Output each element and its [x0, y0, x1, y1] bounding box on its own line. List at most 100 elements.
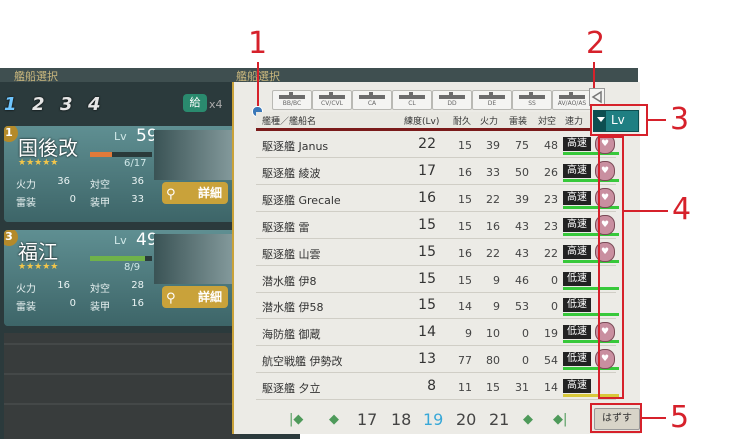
stat-hp: 15 — [458, 219, 472, 233]
annotation-4-leader — [624, 210, 668, 212]
next-page-button[interactable]: ◆ — [523, 412, 533, 427]
stat-aa: 0 — [551, 273, 558, 287]
speed-badge: 高速 — [563, 190, 591, 205]
page-18[interactable]: 18 — [391, 410, 411, 429]
stat-aa: 19 — [544, 327, 558, 341]
magnifier-icon: ⚲ — [166, 187, 176, 202]
speed-badge: 低速 — [563, 271, 591, 286]
filter-label: CA — [367, 100, 377, 107]
stat-hp: 77 — [458, 354, 472, 368]
hp-bar — [90, 256, 152, 261]
armor-value: 16 — [131, 298, 144, 309]
ship-name: 潜水艦 伊58 — [262, 301, 324, 315]
ship-mast-icon — [289, 92, 293, 96]
rarity-stars: ★★★★★ — [18, 158, 59, 168]
stat-aa: 22 — [544, 246, 558, 260]
annotation-5-box — [590, 403, 642, 433]
filter-av-ao-as[interactable]: AV/AO/AS — [552, 90, 592, 110]
speed-badge: 高速 — [563, 217, 591, 232]
aa-label: 対空 — [90, 284, 110, 295]
ship-level: 22 — [418, 136, 436, 152]
ship-row[interactable]: 駆逐艦 山雲 15 16 22 43 22 高速 ♥ — [256, 239, 619, 266]
page-21[interactable]: 21 — [489, 410, 509, 429]
firepower-label: 火力 — [16, 284, 36, 295]
detail-button[interactable]: ⚲ 詳細 — [162, 286, 228, 308]
fleet-ship-card-3[interactable]: 3 福江 Lv 49 ★★★★★ 8/9 火力 16 対空 28 雷装 0 装甲… — [4, 230, 240, 326]
supply-icon[interactable]: 給 — [183, 94, 207, 112]
page-20[interactable]: 20 — [456, 410, 476, 429]
filter-label: BB/BC — [282, 100, 302, 107]
ship-name: 駆逐艦 Janus — [262, 140, 329, 153]
stat-fp: 22 — [486, 246, 500, 260]
aa-value: 28 — [131, 280, 144, 291]
filter-dd[interactable]: DD — [432, 90, 472, 110]
ship-row[interactable]: 駆逐艦 綾波 17 16 33 50 26 高速 ♥ — [256, 158, 619, 185]
detail-button-label: 詳細 — [197, 186, 222, 200]
speed-badge: 高速 — [563, 137, 591, 151]
ship-level: 8 — [427, 378, 436, 395]
ship-level: 14 — [418, 324, 436, 341]
ship-row[interactable]: 駆逐艦 Janus 22 15 39 75 48 高速 ♥ — [256, 131, 619, 158]
ship-row[interactable]: 潜水艦 伊58 15 14 9 53 0 低速 — [256, 292, 619, 320]
fleet-tab-1[interactable]: 1 — [4, 94, 26, 116]
filter-bb-bc[interactable]: BB/BC — [272, 90, 312, 110]
ship-name: 航空戦艦 伊勢改 — [262, 355, 343, 369]
ship-name: 駆逐艦 Grecale — [262, 193, 341, 207]
stat-tp: 43 — [515, 219, 529, 233]
stat-aa: 26 — [544, 165, 558, 179]
page-19-current[interactable]: 19 — [423, 410, 443, 429]
fleet-ship-card-1[interactable]: 1 国後改 Lv 59 ★★★★★ 6/17 火力 36 対空 36 雷装 0 … — [4, 126, 240, 222]
filter-de[interactable]: DE — [472, 90, 512, 110]
stat-fp: 22 — [486, 192, 500, 206]
empty-ship-slot[interactable] — [4, 333, 240, 439]
selection-panel-header: 艦船選択 — [228, 68, 638, 83]
hp-bar-fill — [90, 256, 146, 261]
ship-name: 駆逐艦 雷 — [262, 220, 310, 234]
ship-row[interactable]: 駆逐艦 雷 15 15 16 43 23 高速 ♥ — [256, 212, 619, 239]
level-label: Lv — [114, 234, 127, 247]
hp-bar-fill — [90, 152, 112, 157]
armor-label: 装甲 — [90, 198, 110, 209]
column-header: 艦種／艦船名 練度(Lv) 耐久 火力 雷装 対空 速力 — [256, 112, 590, 131]
filter-cv-cvl[interactable]: CV/CVL — [312, 90, 352, 110]
stat-hp: 16 — [458, 246, 472, 260]
slot-divider — [4, 343, 240, 345]
fleet-tab-4[interactable]: 4 — [88, 94, 110, 116]
ship-row[interactable]: 駆逐艦 夕立 8 11 15 31 14 高速 — [256, 373, 619, 401]
hp-value: 8/9 — [124, 262, 141, 273]
ship-level: 15 — [418, 216, 436, 233]
page-17[interactable]: 17 — [357, 410, 377, 429]
hp-value: 6/17 — [124, 158, 147, 169]
ship-level: 15 — [418, 243, 436, 260]
stat-fp: 80 — [486, 354, 500, 368]
speed-badge: 低速 — [563, 352, 591, 367]
last-page-button[interactable]: ◆| — [553, 412, 567, 427]
annotation-3-box — [590, 104, 648, 136]
stat-tp: 0 — [522, 354, 529, 368]
fleet-tab-2[interactable]: 2 — [32, 94, 54, 116]
first-page-button[interactable]: |◆ — [289, 412, 303, 427]
filter-label: CL — [408, 100, 416, 107]
ship-row[interactable]: 航空戦艦 伊勢改 13 77 80 0 54 低速 ♥ — [256, 346, 619, 374]
torpedo-label: 雷装 — [16, 302, 36, 313]
detail-button-label: 詳細 — [197, 290, 222, 304]
stat-hp: 9 — [465, 327, 472, 341]
ship-row[interactable]: 駆逐艦 Grecale 16 15 22 39 23 高速 ♥ — [256, 185, 619, 212]
level-label: Lv — [114, 130, 127, 143]
filter-cl[interactable]: CL — [392, 90, 432, 110]
detail-button[interactable]: ⚲ 詳細 — [162, 182, 228, 204]
filter-ss[interactable]: SS — [512, 90, 552, 110]
filter-label: DD — [447, 100, 457, 107]
fleet-tab-3[interactable]: 3 — [60, 94, 82, 116]
stat-aa: 14 — [544, 381, 558, 395]
annotation-1: 1 — [248, 26, 268, 61]
rarity-stars: ★★★★★ — [18, 262, 59, 272]
prev-page-button[interactable]: ◆ — [329, 412, 339, 427]
stat-aa: 54 — [544, 354, 558, 368]
filter-ca[interactable]: CA — [352, 90, 392, 110]
ship-row[interactable]: 潜水艦 伊8 15 15 9 46 0 低速 — [256, 266, 619, 293]
annotation-5-leader — [642, 417, 666, 419]
annotation-4-box — [598, 136, 624, 399]
ship-row[interactable]: 海防艦 御蔵 14 9 10 0 19 低速 ♥ — [256, 319, 619, 347]
col-level: 練度(Lv) — [404, 117, 440, 127]
